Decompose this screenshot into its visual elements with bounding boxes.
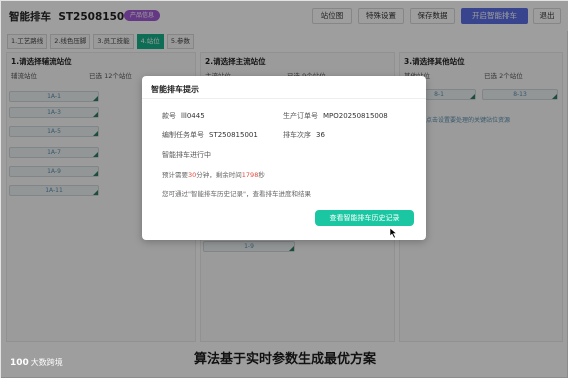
dialog-divider: [142, 98, 426, 99]
production-order-field: 生产订单号 MPO20250815008: [283, 112, 388, 120]
video-caption: 算法基于实时参数生成最优方案: [193, 352, 376, 367]
production-order-value: MPO20250815008: [323, 112, 388, 120]
watermark-logo: 100 大数跨境: [10, 358, 63, 368]
app-window: 智能排车 ST250815001 产品信息 站位图 特殊设置 保存数据 开启智能…: [0, 0, 568, 378]
dialog-title: 智能排车提示: [151, 85, 199, 94]
sequence-value: 36: [316, 131, 325, 139]
history-note: 您可通过"智能排车历史记录"，查看排车进度和结果: [162, 190, 311, 198]
remaining-seconds: 1798: [241, 171, 259, 179]
style-number-field: 款号 lll0445: [162, 112, 205, 120]
task-number-field: 编制任务单号 ST250815001: [162, 131, 258, 139]
task-number-value: ST250815001: [209, 131, 258, 139]
smart-scheduling-dialog: 智能排车提示 款号 lll0445 生产订单号 MPO20250815008 编制任…: [142, 76, 426, 240]
sequence-field: 排车次序 36: [283, 131, 325, 139]
style-number-value: lll0445: [181, 112, 205, 120]
time-estimate: 预计需要30分钟，剩余时间1798秒: [162, 171, 265, 179]
mouse-cursor-icon: [390, 228, 398, 238]
view-history-button[interactable]: 查看智能排车历史记录: [315, 210, 414, 226]
scheduling-status: 智能排车进行中: [162, 151, 211, 159]
